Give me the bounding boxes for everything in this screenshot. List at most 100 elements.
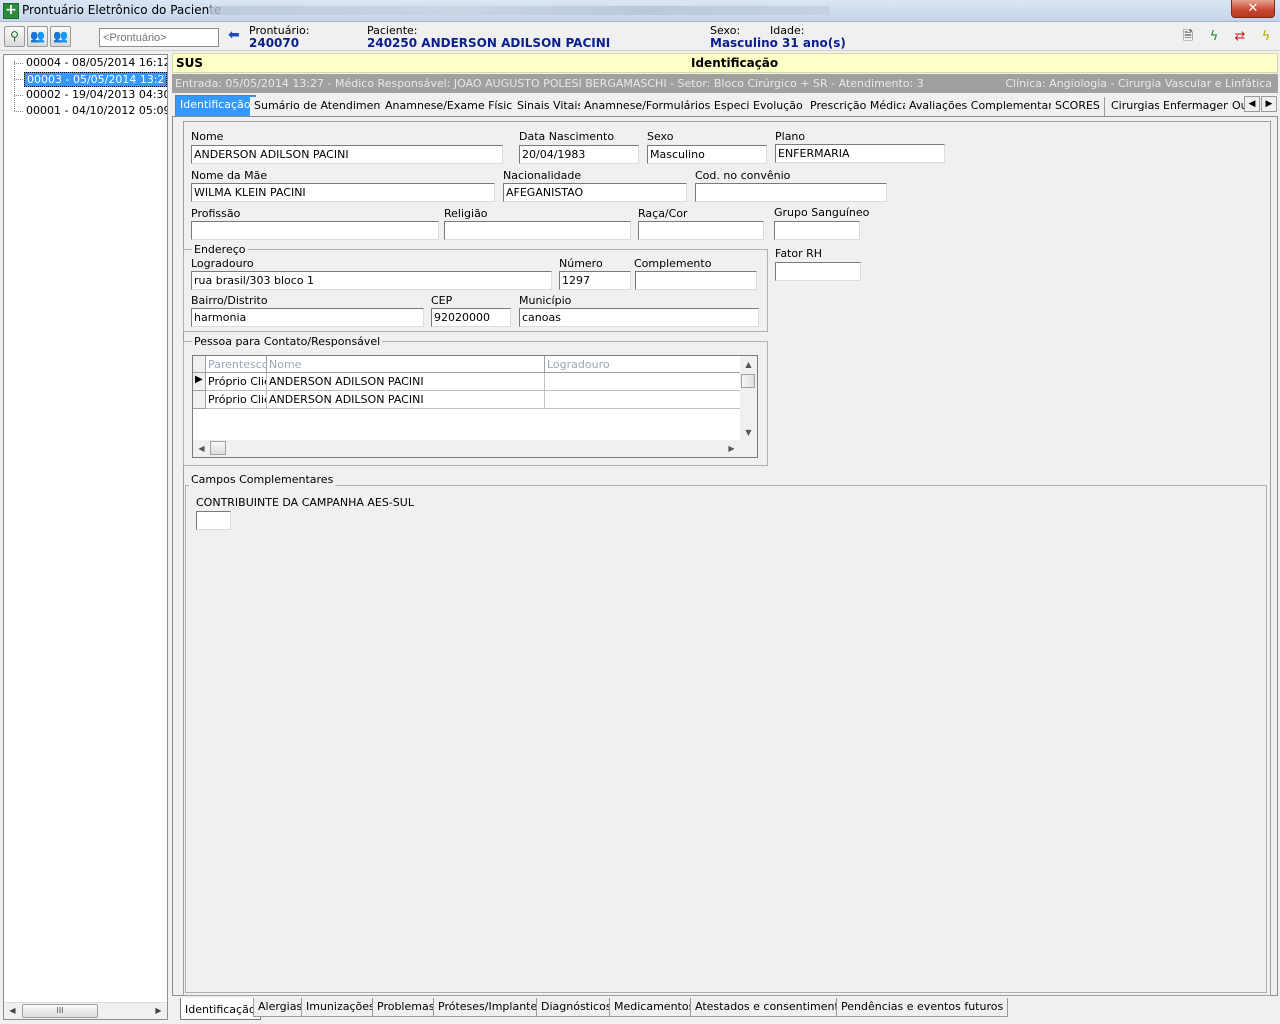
tab-bottom-diagnosticos[interactable]: Diagnósticos xyxy=(536,998,617,1017)
toolbar: ⚲ 👥 👥 ⬅ Prontuário: 240070 Paciente: 240… xyxy=(0,22,1280,51)
column-header-logradouro[interactable]: Logradouro xyxy=(545,356,741,373)
nome-field[interactable]: ANDERSON ADILSON PACINI xyxy=(191,145,503,164)
plano-label: Plano xyxy=(775,130,806,143)
scroll-thumb[interactable]: III xyxy=(22,1004,98,1018)
convenio-label: SUS xyxy=(176,56,204,70)
tab-bottom-problemas[interactable]: Problemas xyxy=(372,998,440,1017)
atendimentos-tree[interactable]: 00004 - 08/05/2014 16:12 - Ir 00003 - 05… xyxy=(3,54,168,1020)
tab-cirurgias[interactable]: Cirurgias xyxy=(1107,97,1166,116)
profissao-field[interactable] xyxy=(191,221,439,240)
raca-cor-field[interactable] xyxy=(638,221,764,240)
numero-field[interactable]: 1297 xyxy=(559,271,631,290)
scroll-left-icon[interactable]: ◀ xyxy=(193,440,210,457)
scroll-down-icon[interactable]: ▼ xyxy=(740,424,757,441)
lightning-green-icon[interactable]: ϟ xyxy=(1206,28,1222,46)
table-row-cell[interactable] xyxy=(545,373,741,391)
search-patient-icon[interactable]: ⚲ xyxy=(4,26,25,47)
grupo-sanguineo-field[interactable] xyxy=(774,221,860,240)
bairro-field[interactable]: harmonia xyxy=(191,308,424,327)
tab-anamnese-exame-fisico[interactable]: Anamnese/Exame Físico xyxy=(381,97,525,116)
tab-bottom-medicamentos[interactable]: Medicamentos xyxy=(609,998,700,1017)
religiao-field[interactable] xyxy=(444,221,631,240)
contato-grid[interactable]: Parentesco Nome Logradouro ▶ Próprio Cli… xyxy=(192,355,758,458)
scroll-up-icon[interactable]: ▲ xyxy=(740,356,757,373)
scroll-thumb[interactable] xyxy=(210,441,226,455)
sexo-idade-value: Masculino 31 ano(s) xyxy=(710,36,846,50)
grid-vertical-scrollbar[interactable]: ▲ ▼ xyxy=(740,356,757,441)
document-icon[interactable]: 🗎 xyxy=(1180,28,1196,46)
column-header-parentesco[interactable]: Parentesco xyxy=(206,356,269,373)
app-icon: + xyxy=(3,3,19,19)
fator-rh-label: Fator RH xyxy=(775,247,823,260)
endereco-title: Endereço xyxy=(192,243,248,256)
clinica-info: Clínica: Angiologia - Cirurgia Vascular … xyxy=(1005,77,1272,90)
tree-item-atendimento[interactable]: 00004 - 08/05/2014 16:12 - Ir xyxy=(24,56,167,71)
tab-identificacao[interactable]: Identificação xyxy=(175,95,256,116)
tree-horizontal-scrollbar[interactable]: ◀ III ▶ xyxy=(4,1002,167,1019)
lightning-yellow-icon[interactable]: ϟ xyxy=(1258,28,1274,46)
fator-rh-field[interactable] xyxy=(775,262,861,281)
tab-sumario-atendimentos[interactable]: Sumário de Atendimentos xyxy=(250,97,403,116)
tab-sinais-vitais[interactable]: Sinais Vitais xyxy=(513,97,589,116)
tab-scores[interactable]: SCORES xyxy=(1051,97,1105,116)
tab-bottom-pendencias[interactable]: Pendências e eventos futuros xyxy=(836,998,1009,1017)
contribuinte-field[interactable] xyxy=(196,511,231,530)
tab-avaliacoes-complementares[interactable]: Avaliações Complementares xyxy=(905,97,1070,116)
column-header-nome[interactable]: Nome xyxy=(267,356,545,373)
tree-item-atendimento-selected[interactable]: 00003 - 05/05/2014 13:27 - E xyxy=(24,72,167,87)
cep-field[interactable]: 92020000 xyxy=(431,308,511,327)
tab-prescricao-medica[interactable]: Prescrição Médica xyxy=(806,97,914,116)
table-row-cell[interactable]: Próprio Clien xyxy=(206,391,267,409)
grid-corner xyxy=(193,356,206,373)
logradouro-field[interactable]: rua brasil/303 bloco 1 xyxy=(191,271,552,290)
tab-evolucao[interactable]: Evolução xyxy=(749,97,808,116)
municipio-field[interactable]: canoas xyxy=(519,308,759,327)
plano-field[interactable]: ENFERMARIA xyxy=(775,144,945,163)
table-row-cell[interactable]: Próprio Clien xyxy=(206,373,267,391)
nome-mae-field[interactable]: WILMA KLEIN PACINI xyxy=(191,183,495,202)
patients-list-icon[interactable]: 👥 xyxy=(50,26,71,47)
tree-branch xyxy=(14,111,23,112)
prontuario-search-input[interactable] xyxy=(99,28,219,47)
data-nascimento-label: Data Nascimento xyxy=(519,130,615,143)
grid-horizontal-scrollbar[interactable]: ◀ ▶ xyxy=(193,440,757,457)
paciente-value: 240250 ANDERSON ADILSON PACINI xyxy=(367,36,611,50)
data-nascimento-field[interactable]: 20/04/1983 xyxy=(519,145,639,164)
profissao-label: Profissão xyxy=(191,207,241,220)
tree-branch xyxy=(14,95,23,96)
logradouro-label: Logradouro xyxy=(191,257,254,270)
atendimento-info-bar: Entrada: 05/05/2014 13:27 - Médico Respo… xyxy=(172,74,1278,93)
tab-bottom-alergias[interactable]: Alergias xyxy=(253,998,308,1017)
scroll-right-icon[interactable]: ▶ xyxy=(723,440,740,457)
close-button[interactable]: ✕ xyxy=(1231,0,1275,18)
nacionalidade-field[interactable]: AFEGANISTAO xyxy=(503,183,687,202)
tab-bottom-atestados[interactable]: Atestados e consentimentos xyxy=(690,998,857,1017)
contato-title: Pessoa para Contato/Responsável xyxy=(192,335,383,348)
patients-icon[interactable]: 👥 xyxy=(27,26,48,47)
tab-bottom-imunizacoes[interactable]: Imunizações xyxy=(301,998,380,1017)
scroll-thumb[interactable] xyxy=(741,374,755,388)
tabs-scroll-right-icon[interactable]: ▶ xyxy=(1261,96,1277,112)
tab-enfermagem[interactable]: Enfermagem xyxy=(1159,97,1239,116)
tab-bottom-proteses-implantes[interactable]: Próteses/Implantes xyxy=(433,998,548,1017)
scroll-right-icon[interactable]: ▶ xyxy=(150,1003,167,1019)
grupo-sanguineo-label: Grupo Sanguíneo xyxy=(774,206,870,219)
tab-bottom-identificacao[interactable]: Identificação xyxy=(180,998,261,1020)
tree-item-atendimento[interactable]: 00002 - 19/04/2013 04:30 - E xyxy=(24,88,167,103)
table-row-cell[interactable]: ANDERSON ADILSON PACINI xyxy=(267,391,545,409)
table-row-cell[interactable]: ANDERSON ADILSON PACINI xyxy=(267,373,545,391)
scroll-left-icon[interactable]: ◀ xyxy=(4,1003,21,1019)
back-arrow-icon[interactable]: ⬅ xyxy=(228,27,240,43)
numero-label: Número xyxy=(559,257,603,270)
sexo-field[interactable]: Masculino xyxy=(647,145,767,164)
cod-convenio-field[interactable] xyxy=(695,183,887,202)
tab-anamnese-formularios[interactable]: Anamnese/Formulários Especiais xyxy=(580,97,770,116)
transfer-icon[interactable]: ⇄ xyxy=(1232,28,1248,46)
tabs-scroll-left-icon[interactable]: ◀ xyxy=(1244,96,1260,112)
tree-item-atendimento[interactable]: 00001 - 04/10/2012 05:09 - E xyxy=(24,104,167,119)
atendimento-info: Entrada: 05/05/2014 13:27 - Médico Respo… xyxy=(175,77,924,90)
sexo-label: Sexo xyxy=(647,130,674,143)
complemento-field[interactable] xyxy=(635,271,757,290)
table-row-cell[interactable] xyxy=(545,391,741,409)
municipio-label: Município xyxy=(519,294,572,307)
